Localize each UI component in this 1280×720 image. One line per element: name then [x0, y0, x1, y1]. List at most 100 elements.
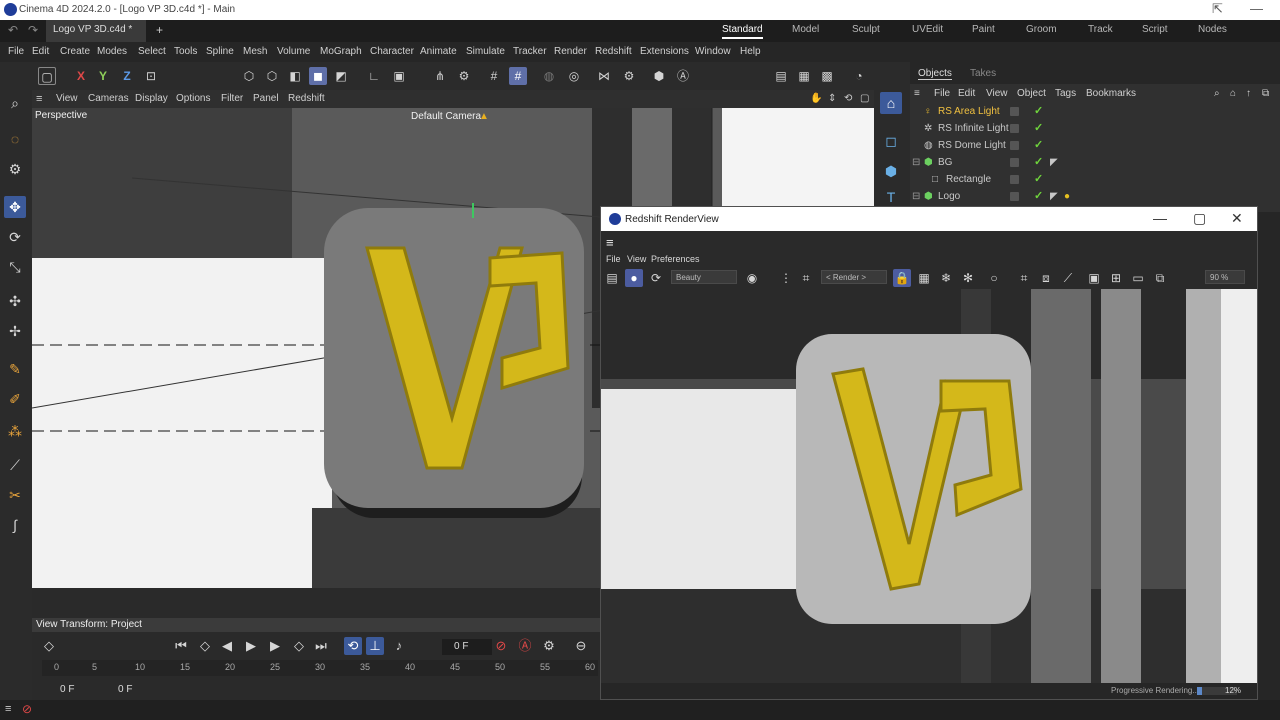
sketch-tool-icon[interactable]: ✐ — [4, 388, 26, 410]
snapshot-icon[interactable]: ▣ — [1085, 269, 1103, 287]
layout-script[interactable]: Script — [1142, 24, 1168, 35]
loop-icon[interactable]: ⟲ — [344, 637, 362, 655]
zoom-field[interactable]: 90 % — [1205, 270, 1245, 284]
om-up-icon[interactable]: ↑ — [1246, 88, 1251, 99]
edit-icon[interactable]: ⟋ — [1059, 269, 1077, 287]
target-icon[interactable]: ◎ — [565, 67, 583, 85]
edges-mode-icon[interactable]: ⬡ — [263, 67, 281, 85]
grid-overlay-icon[interactable]: ⋮ — [777, 269, 795, 287]
spline-tool-icon[interactable]: ∫ — [4, 514, 26, 536]
menu-create[interactable]: Create — [60, 46, 90, 57]
render-view-icon[interactable]: ▦ — [795, 67, 813, 85]
brush-icon[interactable]: ⟋ — [4, 454, 26, 476]
model-mode-icon[interactable]: ◼ — [309, 67, 327, 85]
snap-settings-icon[interactable]: ⚙ — [455, 67, 473, 85]
undo-icon[interactable]: ↶ — [8, 23, 18, 37]
coord-system-icon[interactable]: ⊡ — [142, 67, 160, 85]
tab-takes[interactable]: Takes — [970, 68, 996, 79]
next-frame-icon[interactable]: ▶ — [266, 637, 284, 655]
object-row[interactable]: ⊟ ⬢ BG ✓ ◤ — [910, 155, 1280, 171]
layer-flag[interactable] — [1010, 175, 1019, 184]
rotate-tool-icon[interactable]: ⟳ — [4, 226, 26, 248]
polygon-mode-icon[interactable]: ◧ — [286, 67, 304, 85]
cluster-icon[interactable]: ⁂ — [4, 420, 26, 442]
dolly-icon[interactable]: ⇕ — [828, 93, 836, 104]
menu-simulate[interactable]: Simulate — [466, 46, 505, 57]
menu-redshift[interactable]: Redshift — [595, 46, 632, 57]
previous-key-icon[interactable]: ◇ — [196, 637, 214, 655]
crop-icon[interactable]: ⌗ — [797, 269, 815, 287]
layout-track[interactable]: Track — [1088, 24, 1113, 35]
viewport-menu-redshift[interactable]: Redshift — [288, 93, 325, 104]
end-frame-field[interactable]: 0 F — [118, 684, 132, 695]
keyframe-icon[interactable]: ◇ — [40, 637, 58, 655]
minimize-icon[interactable]: — — [1153, 210, 1167, 226]
snap-icon[interactable]: ⋔ — [431, 67, 449, 85]
layout-paint[interactable]: Paint — [972, 24, 995, 35]
region-icon[interactable]: ⧈ — [1037, 269, 1055, 287]
layout-groom[interactable]: Groom — [1026, 24, 1057, 35]
layer-flag[interactable] — [1010, 124, 1019, 133]
layout-standard[interactable]: Standard — [722, 24, 763, 39]
snowflake-icon[interactable]: ❄ — [937, 269, 955, 287]
start-frame-field[interactable]: 0 F — [60, 684, 74, 695]
new-tab-icon[interactable]: + — [156, 23, 163, 37]
menu-modes[interactable]: Modes — [97, 46, 127, 57]
autokey-icon[interactable]: Ⓐ — [516, 637, 534, 655]
points-mode-icon[interactable]: ⬡ — [240, 67, 258, 85]
viewport-camera-label[interactable]: Default Camera — [411, 111, 481, 122]
go-to-start-icon[interactable]: ⏮ — [172, 637, 190, 655]
solo-icon[interactable]: ▣ — [390, 67, 408, 85]
tab-objects[interactable]: Objects — [918, 68, 952, 80]
workplane-icon[interactable]: ∟ — [365, 67, 383, 85]
viewport-menu-view[interactable]: View — [56, 93, 78, 104]
clapper-icon[interactable]: ▤ — [603, 269, 621, 287]
grid-snap-icon[interactable]: # — [509, 67, 527, 85]
om-menu-edit[interactable]: Edit — [958, 88, 975, 99]
menu-spline[interactable]: Spline — [206, 46, 234, 57]
deformer-icon[interactable]: ⬢ — [650, 67, 668, 85]
enabled-check-icon[interactable]: ✓ — [1034, 121, 1043, 134]
motion-icon[interactable]: ⊖ — [572, 637, 590, 655]
collapse-icon[interactable]: ⊟ — [912, 191, 920, 202]
layer-flag[interactable] — [1010, 141, 1019, 150]
move-tool-icon[interactable]: ✥ — [4, 196, 26, 218]
add-snapshot-icon[interactable]: ⊞ — [1107, 269, 1125, 287]
om-menu-view[interactable]: View — [986, 88, 1008, 99]
cube-icon[interactable]: ⬢ — [880, 160, 902, 182]
selection-settings-icon[interactable]: ⚙ — [4, 158, 26, 180]
menu-window[interactable]: Window — [695, 46, 731, 57]
viewport-menu-cameras[interactable]: Cameras — [88, 93, 129, 104]
record-icon[interactable]: ⊘ — [492, 637, 510, 655]
menu-edit[interactable]: Edit — [32, 46, 49, 57]
channel-icon[interactable]: ◉ — [743, 269, 761, 287]
object-row[interactable]: ♀ RS Area Light ✓ — [910, 104, 1280, 120]
enabled-check-icon[interactable]: ✓ — [1034, 189, 1043, 202]
box-icon[interactable]: ◻ — [880, 130, 902, 152]
layer-flag[interactable] — [1010, 192, 1019, 201]
placement-tool-icon[interactable]: ✢ — [4, 320, 26, 342]
om-menu-object[interactable]: Object — [1017, 88, 1046, 99]
enabled-check-icon[interactable]: ✓ — [1034, 138, 1043, 151]
snowflake-settings-icon[interactable]: ✻ — [959, 269, 977, 287]
error-icon[interactable]: ⊘ — [22, 702, 32, 716]
current-frame-field[interactable]: 0 F — [442, 639, 492, 655]
axis-x-lock[interactable]: X — [72, 67, 90, 85]
om-search-icon[interactable]: ⌕ — [1214, 88, 1220, 99]
viewport-menu-display[interactable]: Display — [135, 93, 168, 104]
orbit-icon[interactable]: ⟲ — [844, 93, 852, 104]
object-mode-icon[interactable]: ▢ — [38, 67, 56, 85]
viewport-hamburger-icon[interactable]: ≡ — [36, 93, 42, 105]
previous-frame-icon[interactable]: ◀ — [218, 637, 236, 655]
symmetry-icon[interactable]: ⋈ — [595, 67, 613, 85]
menu-mograph[interactable]: MoGraph — [320, 46, 362, 57]
grid-icon[interactable]: ▦ — [915, 269, 933, 287]
maximize-icon[interactable]: ▢ — [1193, 210, 1206, 227]
axis-z-lock[interactable]: Z — [118, 67, 136, 85]
layout-sculpt[interactable]: Sculpt — [852, 24, 880, 35]
rv-menu-preferences[interactable]: Preferences — [651, 254, 700, 264]
viewport-menu-panel[interactable]: Panel — [253, 93, 279, 104]
camera-dropdown[interactable]: < Render > — [821, 270, 887, 284]
collapse-icon[interactable]: ⊟ — [912, 157, 920, 168]
lock-icon[interactable]: 🔒 — [893, 269, 911, 287]
